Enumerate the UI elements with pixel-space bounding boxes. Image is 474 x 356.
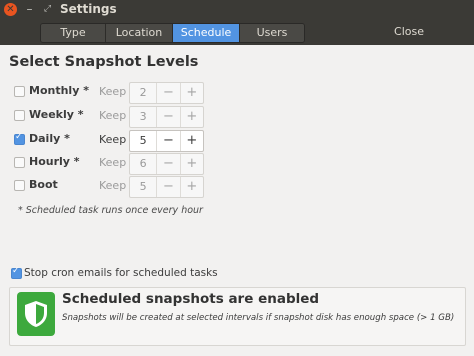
status-panel: Scheduled snapshots are enabled Snapshot…	[9, 287, 466, 346]
weekly-keep-stepper: 3 − +	[129, 106, 204, 128]
level-label: Boot	[29, 178, 58, 191]
tab-location[interactable]: Location	[106, 24, 173, 42]
tab-schedule[interactable]: Schedule	[173, 24, 240, 42]
level-label: Weekly *	[29, 108, 84, 121]
cron-label[interactable]: Stop cron emails for scheduled tasks	[24, 267, 218, 279]
plus-icon[interactable]: +	[179, 107, 203, 127]
stepper-value[interactable]: 5	[130, 131, 156, 151]
weekly-checkbox[interactable]	[14, 110, 25, 121]
stepper-value[interactable]: 6	[130, 154, 156, 174]
hourly-checkbox[interactable]	[14, 157, 25, 168]
level-row-hourly: Hourly * Keep 6 − +	[0, 153, 474, 175]
plus-icon[interactable]: +	[179, 83, 203, 103]
boot-checkbox[interactable]	[14, 180, 25, 191]
section-heading: Select Snapshot Levels	[9, 54, 199, 70]
window-maximize-icon[interactable]: ⤢	[41, 3, 54, 16]
monthly-checkbox[interactable]	[14, 86, 25, 97]
level-row-weekly: Weekly * Keep 3 − +	[0, 106, 474, 128]
minus-icon[interactable]: −	[156, 83, 179, 103]
level-label: Hourly *	[29, 155, 80, 168]
shield-icon	[17, 292, 55, 336]
level-row-boot: Boot Keep 5 − +	[0, 176, 474, 198]
minus-icon[interactable]: −	[156, 177, 179, 197]
status-title: Scheduled snapshots are enabled	[62, 291, 320, 307]
title-bar: ✕ – ⤢ Settings	[0, 0, 474, 20]
stepper-value[interactable]: 5	[130, 177, 156, 197]
level-label: Monthly *	[29, 84, 89, 97]
window-title: Settings	[60, 2, 117, 16]
minus-icon[interactable]: −	[156, 131, 179, 151]
header-bar: Type Location Schedule Users Close	[0, 20, 474, 45]
status-description: Snapshots will be created at selected in…	[62, 313, 455, 323]
window-minimize-icon[interactable]: –	[23, 2, 36, 15]
keep-label: Keep	[99, 109, 127, 122]
schedule-note: * Scheduled task runs once every hour	[18, 205, 203, 216]
minus-icon[interactable]: −	[156, 154, 179, 174]
tab-bar: Type Location Schedule Users	[40, 23, 305, 43]
plus-icon[interactable]: +	[179, 131, 203, 151]
tab-type[interactable]: Type	[41, 24, 106, 42]
level-row-daily: Daily * Keep 5 − +	[0, 130, 474, 152]
hourly-keep-stepper: 6 − +	[129, 153, 204, 175]
cron-checkbox[interactable]	[11, 266, 22, 279]
stepper-value[interactable]: 3	[130, 107, 156, 127]
level-row-monthly: Monthly * Keep 2 − +	[0, 82, 474, 104]
boot-keep-stepper: 5 − +	[129, 176, 204, 198]
window-close-icon[interactable]: ✕	[4, 3, 17, 16]
minus-icon[interactable]: −	[156, 107, 179, 127]
keep-label: Keep	[99, 179, 127, 192]
plus-icon[interactable]: +	[179, 154, 203, 174]
stepper-value[interactable]: 2	[130, 83, 156, 103]
daily-checkbox[interactable]	[14, 132, 25, 145]
close-button[interactable]: Close	[383, 23, 435, 41]
keep-label: Keep	[99, 156, 127, 169]
keep-label: Keep	[99, 85, 127, 98]
daily-keep-stepper: 5 − +	[129, 130, 204, 152]
plus-icon[interactable]: +	[179, 177, 203, 197]
keep-label: Keep	[99, 133, 127, 146]
tab-users[interactable]: Users	[240, 24, 304, 42]
monthly-keep-stepper: 2 − +	[129, 82, 204, 104]
level-label: Daily *	[29, 132, 70, 145]
